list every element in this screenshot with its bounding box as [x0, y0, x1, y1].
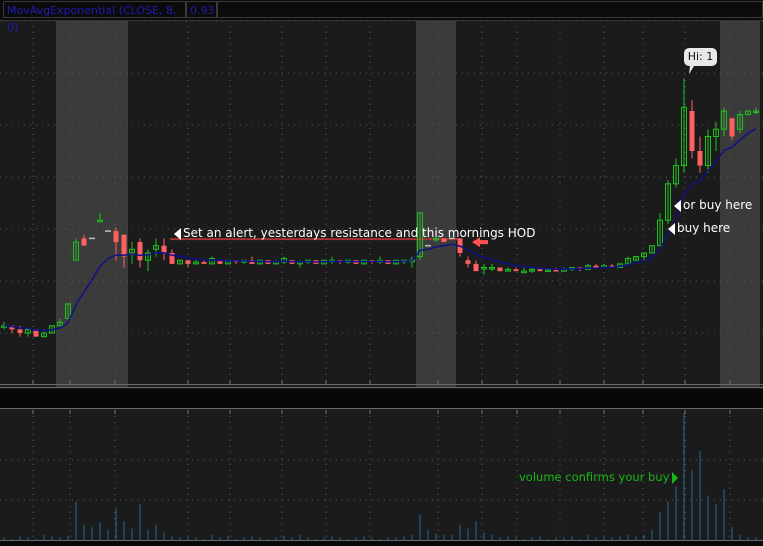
candle-down	[121, 234, 127, 257]
buy-text: buy here	[677, 221, 731, 235]
pointer-left-icon	[668, 222, 675, 235]
volume-annotation: volume confirms your buy	[519, 470, 679, 484]
candle-down	[201, 262, 207, 264]
candle-down	[497, 267, 503, 272]
session-shade	[416, 20, 456, 384]
pane-divider	[0, 389, 763, 408]
pointer-right-icon	[672, 471, 679, 484]
study-value: 0.93	[186, 1, 217, 18]
high-bubble: Hi: 1	[684, 48, 717, 66]
buy-annotation: buy here	[668, 221, 730, 235]
candle-down	[473, 263, 479, 272]
candle-down	[537, 269, 543, 272]
session-shade	[56, 20, 128, 384]
alert-annotation-text: Set an alert, yesterdays resistance and …	[183, 226, 536, 240]
or-buy-text: or buy here	[683, 198, 753, 212]
alert-annotation: Set an alert, yesterdays resistance and …	[174, 226, 535, 240]
candle-down	[465, 260, 471, 264]
candle-down	[553, 270, 559, 272]
price-volume-chart[interactable]	[0, 0, 763, 546]
candle-down	[137, 242, 143, 261]
candle-down	[17, 329, 23, 334]
or-buy-annotation: or buy here	[674, 198, 752, 212]
candle-down	[161, 245, 167, 253]
candle-down	[689, 111, 695, 152]
candle-down	[185, 260, 191, 264]
volume-annotation-text: volume confirms your buy	[519, 470, 670, 484]
candle-down	[729, 118, 735, 137]
study-label[interactable]: MovAvgExponential (CLOSE, 8, 0)	[3, 1, 186, 34]
candle-down	[513, 269, 519, 272]
candle-down	[113, 231, 119, 243]
pointer-left-icon	[674, 199, 681, 212]
header-empty-cell	[217, 1, 763, 18]
candle-down	[697, 151, 703, 166]
pointer-left-icon	[174, 227, 181, 240]
candle-down	[81, 238, 87, 246]
study-header: MovAvgExponential (CLOSE, 8, 0) 0.93	[0, 0, 763, 34]
